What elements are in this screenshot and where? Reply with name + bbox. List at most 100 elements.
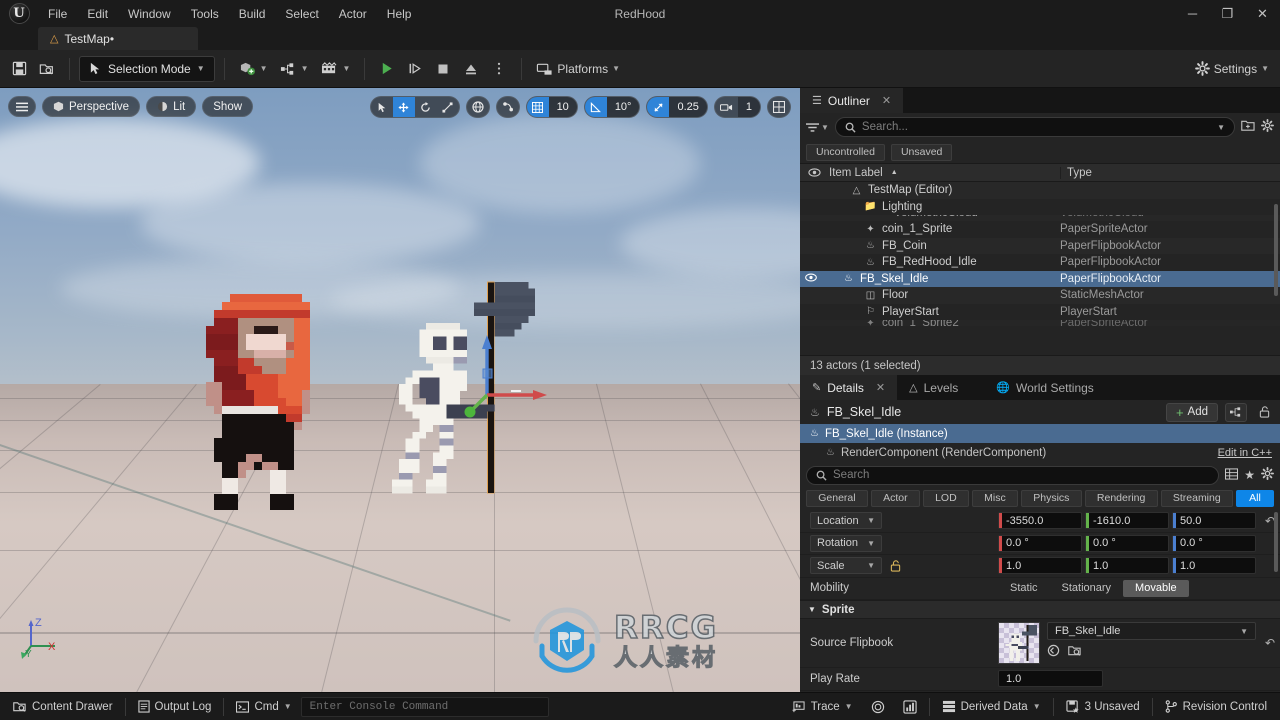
menu-item-build[interactable]: Build	[229, 3, 276, 25]
selection-mode-dropdown[interactable]: Selection Mode ▼	[79, 55, 215, 82]
outliner-row-fbredhoodidle[interactable]: ♨ FB_RedHood_Idle PaperFlipbookActor	[800, 254, 1280, 271]
outliner-settings-button[interactable]	[1261, 119, 1274, 135]
redhood-sprite[interactable]	[190, 284, 350, 520]
category-actor[interactable]: Actor	[870, 489, 920, 507]
outliner-row-fbskelidle[interactable]: ♨ FB_Skel_Idle PaperFlipbookActor	[800, 270, 1280, 287]
browse-button[interactable]	[34, 56, 60, 82]
scale-x-input[interactable]: 1.0	[998, 557, 1082, 575]
skeleton-flipbook-sprite[interactable]	[392, 274, 542, 508]
play-button[interactable]	[374, 56, 400, 82]
rotation-z-input[interactable]: 0.0 °	[1172, 534, 1256, 552]
rotation-x-input[interactable]: 0.0 °	[998, 534, 1082, 552]
scale-dropdown[interactable]: Scale ▼	[810, 557, 882, 575]
mobility-static[interactable]: Static	[998, 580, 1050, 597]
maximize-button[interactable]: ❐	[1210, 0, 1245, 27]
revision-control-button[interactable]: Revision Control	[1156, 696, 1276, 718]
category-rendering[interactable]: Rendering	[1084, 489, 1158, 507]
unsaved-button[interactable]: 3 Unsaved	[1057, 696, 1149, 718]
menu-item-window[interactable]: Window	[118, 3, 181, 25]
scale-z-input[interactable]: 1.0	[1172, 557, 1256, 575]
stop-button[interactable]	[430, 56, 456, 82]
outliner-row-coin1sprite[interactable]: ✦ coin_1_Sprite PaperSpriteActor	[800, 221, 1280, 238]
grid-snap-toggle[interactable]	[526, 97, 549, 117]
cmd-dropdown[interactable]: Cmd ▼	[227, 696, 300, 718]
menu-item-edit[interactable]: Edit	[77, 3, 118, 25]
menu-item-help[interactable]: Help	[377, 3, 422, 25]
settings-button[interactable]: Settings ▼	[1190, 56, 1274, 82]
tab-levels[interactable]: △ Levels	[897, 375, 970, 400]
cinematics-button[interactable]: ▼	[315, 56, 355, 82]
rotation-dropdown[interactable]: Rotation ▼	[810, 534, 882, 552]
angle-snap-value[interactable]: 10°	[606, 97, 640, 117]
play-rate-input[interactable]: 1.0	[998, 670, 1103, 688]
menu-item-file[interactable]: File	[38, 3, 77, 25]
level-viewport[interactable]: Perspective Lit Show 10 10° 0.25 1 Z Y X…	[0, 88, 800, 692]
outliner-search-input[interactable]: Search... ▼	[834, 117, 1235, 137]
tab-details[interactable]: ✎ Details ✕	[800, 375, 898, 400]
viewport-show-button[interactable]: Show	[202, 96, 254, 117]
scale-snap-toggle[interactable]	[647, 97, 670, 117]
output-log-button[interactable]: Output Log	[129, 696, 221, 718]
add-actor-button[interactable]: ▼	[234, 56, 273, 82]
component-row-render[interactable]: ♨ RenderComponent (RenderComponent) Edit…	[800, 443, 1280, 462]
edit-in-cpp-link[interactable]: Edit in C++	[1218, 447, 1280, 459]
category-all[interactable]: All	[1235, 489, 1274, 507]
blueprints-button[interactable]: ▼	[275, 56, 314, 82]
surface-snap-button[interactable]	[495, 96, 520, 118]
grid-snap-value[interactable]: 10	[548, 97, 577, 117]
component-graph-button[interactable]	[1225, 402, 1247, 422]
close-icon[interactable]: ✕	[882, 94, 891, 107]
tab-outliner[interactable]: ☰ Outliner ✕	[800, 88, 904, 113]
trace-button[interactable]: Trace ▼	[783, 696, 862, 718]
tab-testmap[interactable]: △ TestMap•	[38, 27, 198, 50]
menu-item-tools[interactable]: Tools	[181, 3, 229, 25]
platforms-button[interactable]: Platforms ▼	[531, 56, 625, 82]
close-icon[interactable]: ✕	[876, 381, 885, 394]
skip-button[interactable]	[402, 56, 428, 82]
camera-speed-value[interactable]: 1	[737, 97, 760, 117]
menu-item-select[interactable]: Select	[275, 3, 328, 25]
details-columns-button[interactable]	[1225, 467, 1239, 483]
use-selected-asset-icon[interactable]	[1047, 644, 1060, 657]
rotate-tool-button[interactable]	[415, 97, 437, 117]
eject-button[interactable]	[458, 56, 484, 82]
source-flipbook-thumbnail[interactable]	[998, 622, 1040, 664]
category-misc[interactable]: Misc	[971, 489, 1018, 507]
rotation-y-input[interactable]: 0.0 °	[1085, 534, 1169, 552]
viewport-layout-icon[interactable]	[768, 97, 790, 117]
details-settings-button[interactable]	[1261, 467, 1274, 483]
lock-details-button[interactable]	[1254, 403, 1274, 422]
angle-snap-toggle[interactable]	[584, 97, 607, 117]
mobility-stationary[interactable]: Stationary	[1050, 580, 1124, 597]
outliner-row-testmap[interactable]: △ TestMap (Editor)	[800, 182, 1280, 199]
scale-snap-value[interactable]: 0.25	[669, 97, 707, 117]
unreal-logo-button[interactable]: U	[0, 0, 38, 27]
outliner-row-fbcoin[interactable]: ♨ FB_Coin PaperFlipbookActor	[800, 237, 1280, 254]
filter-chip-unsaved[interactable]: Unsaved	[890, 143, 953, 161]
source-flipbook-reset-button[interactable]: ↶	[1260, 636, 1280, 650]
new-folder-button[interactable]	[1241, 119, 1255, 135]
component-row-instance[interactable]: ♨ FB_Skel_Idle (Instance)	[800, 424, 1280, 443]
browse-to-asset-icon[interactable]	[1068, 644, 1082, 657]
outliner-col-type[interactable]: Type	[1060, 166, 1280, 179]
details-favorites-button[interactable]: ★	[1244, 468, 1255, 482]
camera-speed-icon[interactable]	[715, 97, 738, 117]
minimize-button[interactable]: ─	[1175, 0, 1210, 27]
location-z-input[interactable]: 50.0	[1172, 512, 1256, 530]
outliner-row-coin1sprite2[interactable]: ✦ coin_1_Sprite2 PaperSpriteActor	[800, 320, 1280, 326]
close-button[interactable]: ✕	[1245, 0, 1280, 27]
outliner-row-list[interactable]: △ TestMap (Editor) 📁 Lighting ✦ coin_1_S…	[800, 182, 1280, 355]
location-dropdown[interactable]: Location ▼	[810, 512, 882, 530]
outliner-filter-button[interactable]: ▼	[806, 122, 829, 133]
stats-button[interactable]	[894, 696, 926, 718]
surface-snap-icon[interactable]	[497, 97, 519, 117]
sprite-section-header[interactable]: ▼ Sprite	[800, 600, 1280, 619]
filter-chip-uncontrolled[interactable]: Uncontrolled	[806, 143, 885, 161]
viewport-perspective-button[interactable]: Perspective	[42, 96, 141, 117]
scale-tool-button[interactable]	[437, 97, 459, 117]
outliner-row-floor[interactable]: ◫ Floor StaticMeshActor	[800, 287, 1280, 304]
viewport-layout-button[interactable]	[767, 96, 791, 118]
scale-y-input[interactable]: 1.0	[1085, 557, 1169, 575]
category-general[interactable]: General	[806, 489, 868, 507]
location-y-input[interactable]: -1610.0	[1085, 512, 1169, 530]
